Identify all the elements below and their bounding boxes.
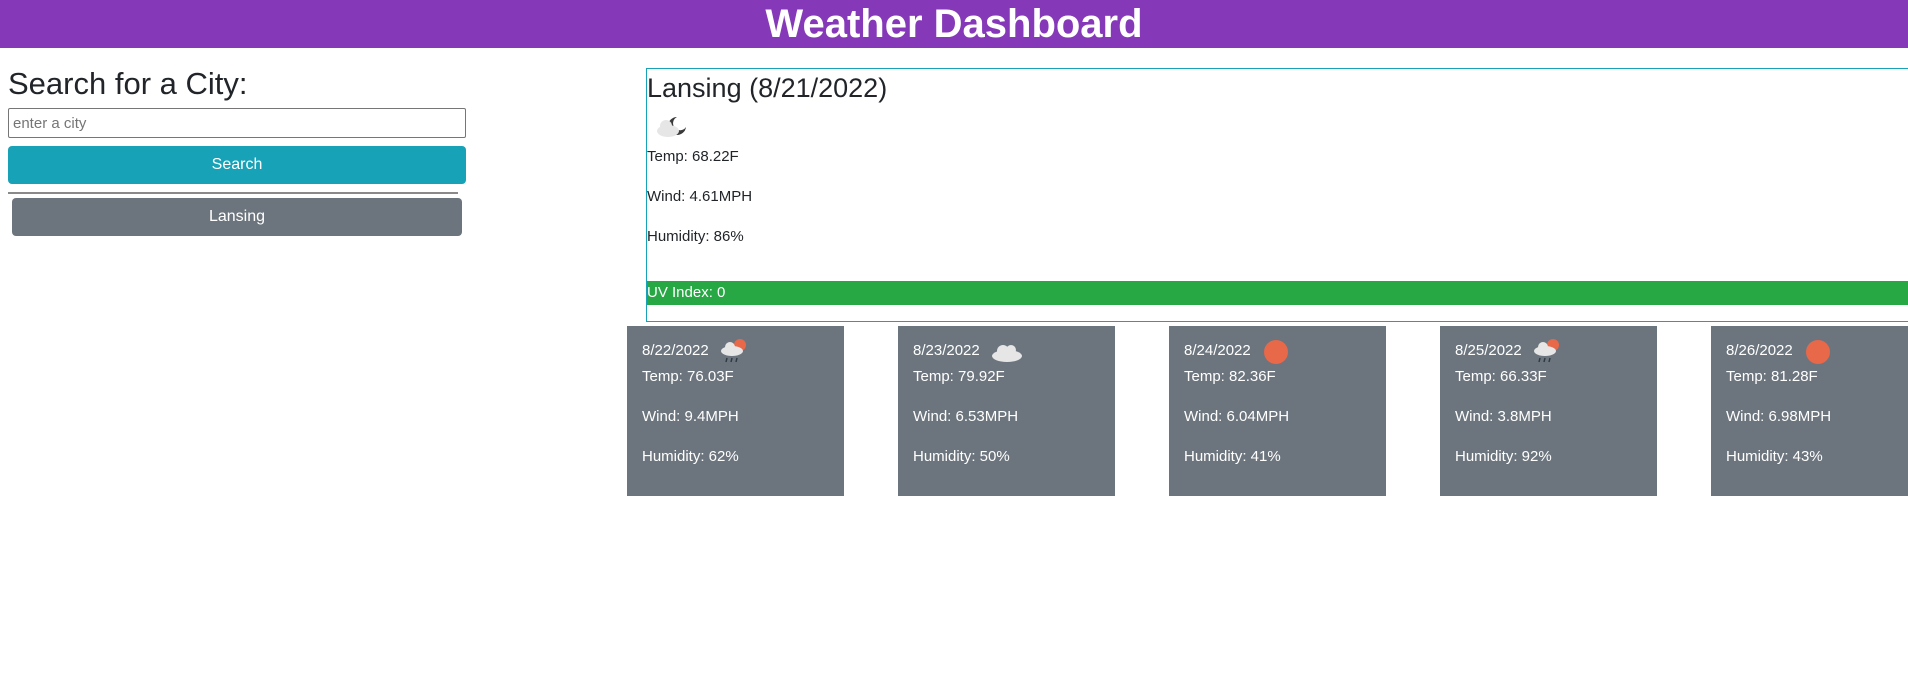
forecast-humidity: Humidity: 62% bbox=[642, 448, 739, 465]
current-city-title: Lansing (8/21/2022) bbox=[647, 73, 888, 103]
forecast-date: 8/24/2022 bbox=[1184, 341, 1251, 359]
forecast-card: 8/24/2022 Temp: 82.36F Wind: 6.04MPH Hum… bbox=[1169, 326, 1386, 496]
forecast-date: 8/25/2022 bbox=[1455, 341, 1522, 359]
forecast-humidity: Humidity: 92% bbox=[1455, 448, 1552, 465]
forecast-temp: Temp: 76.03F bbox=[642, 368, 734, 385]
forecast-date: 8/23/2022 bbox=[913, 341, 980, 359]
forecast-date: 8/26/2022 bbox=[1726, 341, 1793, 359]
forecast-wind: Wind: 6.53MPH bbox=[913, 408, 1019, 425]
forecast-temp: Temp: 82.36F bbox=[1184, 368, 1276, 385]
current-temp: Temp: 68.22F bbox=[647, 148, 739, 165]
forecast-date: 8/22/2022 bbox=[642, 341, 709, 359]
current-weather-panel: Lansing (8/21/2022) Temp: 68.22F Wind: 4… bbox=[646, 68, 1908, 322]
forecast-humidity: Humidity: 41% bbox=[1184, 448, 1281, 465]
forecast-wind: Wind: 9.4MPH bbox=[642, 408, 739, 425]
forecast-card: 8/22/2022 Temp: 76.03F Wind: 9.4MPH Humi… bbox=[627, 326, 844, 496]
current-humidity: Humidity: 86% bbox=[647, 228, 744, 245]
search-sidebar: Search for a City: Search Lansing bbox=[8, 64, 466, 236]
current-wind: Wind: 4.61MPH bbox=[647, 188, 753, 205]
history-divider bbox=[8, 192, 458, 194]
uv-index-bar: UV Index: 0 bbox=[647, 281, 1908, 305]
city-search-input[interactable] bbox=[8, 108, 466, 138]
partly-cloudy-night-icon bbox=[657, 117, 686, 137]
search-button[interactable]: Search bbox=[8, 146, 466, 184]
forecast-humidity: Humidity: 43% bbox=[1726, 448, 1823, 465]
forecast-temp: Temp: 81.28F bbox=[1726, 368, 1818, 385]
search-heading: Search for a City: bbox=[8, 66, 248, 101]
rain-sun-icon bbox=[720, 339, 746, 363]
history-button-lansing[interactable]: Lansing bbox=[12, 198, 462, 236]
forecast-card: 8/26/2022 Temp: 81.28F Wind: 6.98MPH Hum… bbox=[1711, 326, 1908, 496]
sun-icon bbox=[1805, 340, 1830, 364]
cloud-icon bbox=[991, 345, 1022, 362]
forecast-wind: Wind: 6.98MPH bbox=[1726, 408, 1832, 425]
forecast-humidity: Humidity: 50% bbox=[913, 448, 1010, 465]
forecast-card: 8/23/2022 Temp: 79.92F Wind: 6.53MPH Hum… bbox=[898, 326, 1115, 496]
forecast-temp: Temp: 79.92F bbox=[913, 368, 1005, 385]
forecast-wind: Wind: 3.8MPH bbox=[1455, 408, 1552, 425]
forecast-wind: Wind: 6.04MPH bbox=[1184, 408, 1290, 425]
page-header: Weather Dashboard bbox=[0, 0, 1908, 48]
sun-icon bbox=[1263, 340, 1288, 364]
forecast-card: 8/25/2022 Temp: 66.33F Wind: 3.8MPH Humi… bbox=[1440, 326, 1657, 496]
rain-sun-icon bbox=[1533, 339, 1559, 363]
forecast-temp: Temp: 66.33F bbox=[1455, 368, 1547, 385]
page-title: Weather Dashboard bbox=[765, 2, 1143, 46]
